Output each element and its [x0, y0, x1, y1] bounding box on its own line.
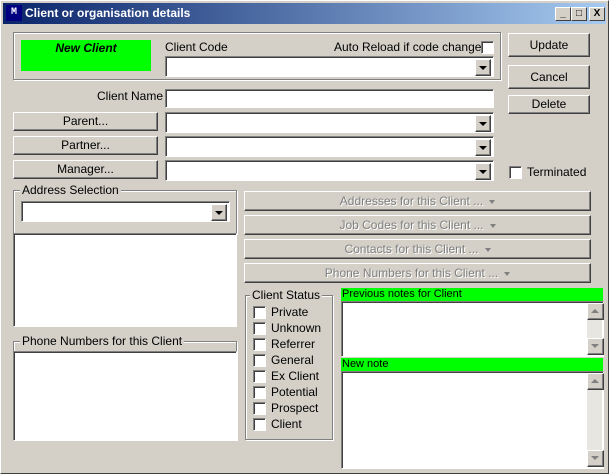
client-status-label: General — [271, 353, 314, 367]
caret-down-icon — [504, 271, 511, 276]
phone-numbers-menu-button[interactable]: Phone Numbers for this Client ... — [244, 263, 591, 283]
client-name-input[interactable] — [165, 89, 494, 108]
caret-down-icon — [489, 199, 496, 204]
address-display — [13, 233, 237, 327]
client-status-label: Client — [271, 417, 302, 431]
client-status-checkbox[interactable] — [253, 322, 266, 335]
title-bar[interactable]: M Client or organisation details _ □ X — [3, 3, 606, 24]
client-status-label: Ex Client — [271, 369, 320, 383]
auto-reload-label: Auto Reload if code changes — [334, 40, 488, 54]
minimize-button[interactable]: _ — [555, 7, 571, 21]
client-status-checkbox[interactable] — [253, 354, 266, 367]
chevron-down-icon[interactable] — [211, 204, 227, 221]
new-note-textarea[interactable] — [341, 371, 604, 469]
partner-button[interactable]: Partner... — [13, 136, 158, 155]
client-status-checkbox[interactable] — [253, 402, 266, 415]
phone-numbers-list[interactable] — [13, 351, 237, 441]
previous-notes-label: Previous notes for Client — [341, 288, 603, 301]
client-name-label: Client Name — [97, 89, 164, 103]
client-status-label: Potential — [271, 385, 318, 399]
manager-button[interactable]: Manager... — [13, 160, 158, 179]
scroll-down-icon[interactable] — [587, 450, 604, 467]
address-selection-combo[interactable] — [21, 201, 230, 222]
client-status-label: Referrer — [271, 337, 316, 351]
client-status-checkbox[interactable] — [253, 386, 266, 399]
update-button[interactable]: Update — [508, 33, 590, 57]
new-note-label: New note — [341, 358, 603, 371]
addresses-menu-label: Addresses for this Client ... — [339, 194, 484, 208]
chevron-down-icon[interactable] — [475, 59, 491, 76]
parent-combo[interactable] — [165, 112, 494, 133]
window-title: Client or organisation details — [25, 6, 191, 20]
client-status-checkbox[interactable] — [253, 370, 266, 383]
chevron-down-icon[interactable] — [475, 139, 491, 156]
client-status-label: Prospect — [271, 401, 319, 415]
contacts-menu-button[interactable]: Contacts for this Client ... — [244, 239, 591, 259]
client-status-label: Unknown — [271, 321, 322, 335]
parent-button[interactable]: Parent... — [13, 112, 158, 131]
contacts-menu-label: Contacts for this Client ... — [344, 242, 479, 256]
status-badge: New Client — [21, 40, 151, 71]
addresses-menu-button[interactable]: Addresses for this Client ... — [244, 191, 591, 211]
address-selection-title: Address Selection — [20, 183, 121, 197]
status-badge-text: New Client — [55, 41, 117, 55]
new-note-scrollbar[interactable] — [587, 373, 604, 467]
client-status-checkbox[interactable] — [253, 306, 266, 319]
delete-button[interactable]: Delete — [508, 95, 590, 114]
caret-down-icon — [489, 223, 496, 228]
manager-combo[interactable] — [165, 160, 494, 181]
client-code-combo[interactable] — [165, 56, 494, 77]
job-codes-menu-label: Job Codes for this Client ... — [339, 218, 484, 232]
maximize-button[interactable]: □ — [571, 7, 587, 21]
phone-numbers-menu-label: Phone Numbers for this Client ... — [324, 266, 499, 280]
previous-notes-scrollbar[interactable] — [587, 303, 604, 355]
client-status-label: Private — [271, 305, 309, 319]
close-button[interactable]: X — [589, 7, 605, 21]
scroll-down-icon[interactable] — [587, 338, 604, 355]
client-code-label: Client Code — [165, 40, 228, 54]
scroll-up-icon[interactable] — [587, 373, 604, 390]
terminated-checkbox[interactable] — [509, 166, 522, 179]
app-icon: M — [6, 5, 22, 21]
previous-notes-textarea[interactable] — [341, 301, 604, 357]
cancel-button[interactable]: Cancel — [508, 65, 590, 89]
terminated-label: Terminated — [527, 165, 587, 179]
auto-reload-checkbox[interactable] — [481, 41, 494, 54]
partner-combo[interactable] — [165, 136, 494, 157]
scroll-up-icon[interactable] — [587, 303, 604, 320]
phone-numbers-group-title: Phone Numbers for this Client — [20, 334, 185, 348]
client-status-checkbox[interactable] — [253, 418, 266, 431]
job-codes-menu-button[interactable]: Job Codes for this Client ... — [244, 215, 591, 235]
client-status-title: Client Status — [250, 288, 323, 302]
chevron-down-icon[interactable] — [475, 163, 491, 180]
client-details-window: M Client or organisation details _ □ X N… — [0, 0, 609, 474]
client-status-checkbox[interactable] — [253, 338, 266, 351]
caret-down-icon — [484, 247, 491, 252]
chevron-down-icon[interactable] — [475, 115, 491, 132]
